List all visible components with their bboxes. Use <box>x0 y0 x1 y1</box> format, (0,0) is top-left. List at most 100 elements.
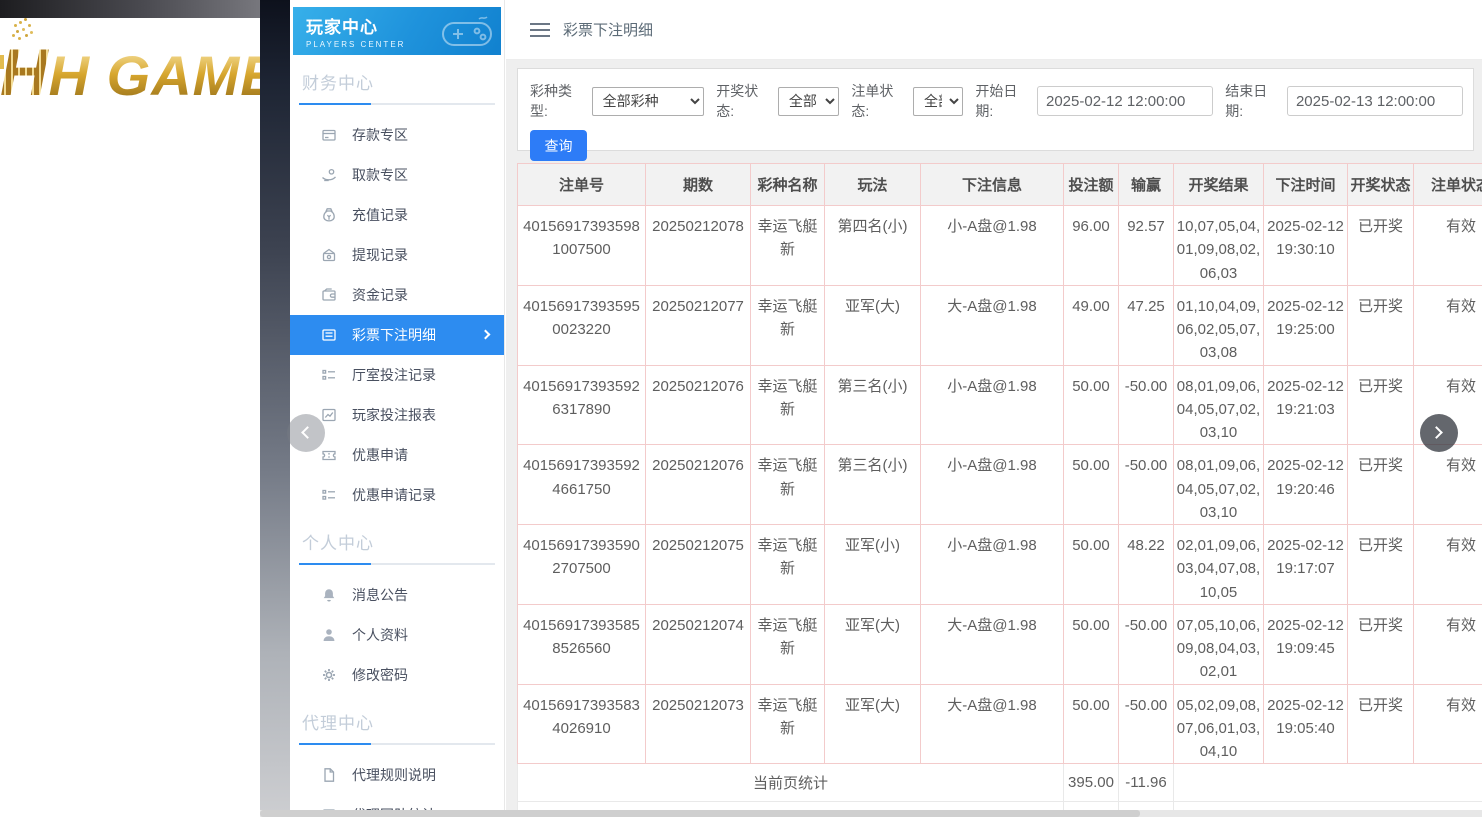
search-button[interactable]: 查询 <box>530 130 587 161</box>
column-header: 注单号 <box>518 164 646 206</box>
cell-draw-status: 已开奖 <box>1348 365 1414 445</box>
sidebar-item-profile[interactable]: 个人资料 <box>290 615 504 655</box>
agent-menu: 代理规则说明 代理团队统计 <box>290 755 504 817</box>
table-row: 401569173935902707500 20250212075 幸运飞艇新 … <box>518 525 1482 605</box>
sidebar-item-withdrawal-record[interactable]: 提现记录 <box>290 235 504 275</box>
draw-status-select[interactable]: 全部 <box>778 87 839 116</box>
bets-table: 注单号 期数 彩种名称 玩法 下注信息 投注额 输赢 开奖结果 下注时间 开奖状… <box>517 163 1482 817</box>
cell-order-no: 401569173935834026910 <box>518 684 646 764</box>
promo-apply-record-icon <box>321 487 337 503</box>
sidebar-item-hall-bet-record[interactable]: 厅室投注记录 <box>290 355 504 395</box>
sidebar-item-lottery-bet-detail[interactable]: 彩票下注明细 <box>290 315 504 355</box>
table-row: 401569173935924661750 20250212076 幸运飞艇新 … <box>518 445 1482 525</box>
cell-bet-time: 2025-02-12 19:17:07 <box>1264 525 1348 605</box>
collapse-left-button[interactable] <box>287 414 325 452</box>
players-center-banner: 玩家中心 PLAYERS CENTER <box>293 7 501 55</box>
cell-order-status: 有效 <box>1414 604 1482 684</box>
cell-bet-amount: 49.00 <box>1064 285 1119 365</box>
order-status-label: 注单状态: <box>851 81 908 121</box>
column-header: 输赢 <box>1119 164 1174 206</box>
order-status-select[interactable]: 全部 <box>913 87 963 116</box>
table-row: 401569173935926317890 20250212076 幸运飞艇新 … <box>518 365 1482 445</box>
footer-label: 当前页统计 <box>518 764 1064 802</box>
finance-menu: 存款专区 取款专区 充值记录 提现记录 资金记录 彩票下注明细 <box>290 115 504 515</box>
cell-order-status: 有效 <box>1414 684 1482 764</box>
cell-period: 20250212076 <box>646 445 751 525</box>
footer-empty <box>1174 764 1482 802</box>
section-underline <box>299 103 495 105</box>
cell-draw-status: 已开奖 <box>1348 604 1414 684</box>
sidebar-item-deposit[interactable]: 存款专区 <box>290 115 504 155</box>
scrollbar-thumb[interactable] <box>260 810 1140 817</box>
filter-panel: 彩种类型: 全部彩种 开奖状态: 全部 注单状态: 全部 开始日期: 结束日期:… <box>517 68 1474 151</box>
cell-lottery: 幸运飞艇新 <box>751 285 825 365</box>
cell-order-status: 有效 <box>1414 445 1482 525</box>
cell-draw-status: 已开奖 <box>1348 285 1414 365</box>
cell-bet-amount: 96.00 <box>1064 206 1119 286</box>
cell-order-status: 有效 <box>1414 525 1482 605</box>
cell-order-no: 401569173935902707500 <box>518 525 646 605</box>
table-row: 401569173935950023220 20250212077 幸运飞艇新 … <box>518 285 1482 365</box>
promo-apply-icon <box>321 447 337 463</box>
footer-winloss-total: -11.96 <box>1119 764 1174 802</box>
cell-play: 亚军(大) <box>825 285 921 365</box>
cell-bet-amount: 50.00 <box>1064 684 1119 764</box>
column-header: 开奖结果 <box>1174 164 1264 206</box>
column-header: 注单状态 <box>1414 164 1482 206</box>
notice-icon <box>321 587 337 603</box>
cell-draw-status: 已开奖 <box>1348 206 1414 286</box>
horizontal-scrollbar[interactable] <box>260 810 1482 817</box>
column-header: 彩种名称 <box>751 164 825 206</box>
table-row: 401569173935834026910 20250212073 幸运飞艇新 … <box>518 684 1482 764</box>
chevron-right-icon <box>1430 426 1443 439</box>
funds-record-icon <box>321 287 337 303</box>
sidebar-item-funds-record[interactable]: 资金记录 <box>290 275 504 315</box>
cell-period: 20250212076 <box>646 365 751 445</box>
logo-gold-tick <box>0 55 4 69</box>
logo-first-letter: H <box>0 35 49 109</box>
cell-play: 亚军(大) <box>825 684 921 764</box>
start-date-input[interactable] <box>1037 86 1213 116</box>
scroll-right-button[interactable] <box>1420 414 1458 452</box>
cell-play: 第三名(小) <box>825 365 921 445</box>
end-date-input[interactable] <box>1287 86 1463 116</box>
cell-winloss: 48.22 <box>1119 525 1174 605</box>
hamburger-menu-icon[interactable] <box>530 19 550 41</box>
section-underline <box>299 743 495 745</box>
cell-period: 20250212078 <box>646 206 751 286</box>
cell-winloss: -50.00 <box>1119 445 1174 525</box>
cell-bet-time: 2025-02-12 19:20:46 <box>1264 445 1348 525</box>
gamepad-icon <box>439 11 495 51</box>
filter-row: 彩种类型: 全部彩种 开奖状态: 全部 注单状态: 全部 开始日期: 结束日期: <box>530 81 1463 121</box>
cell-bet-time: 2025-02-12 19:30:10 <box>1264 206 1348 286</box>
lottery-type-select[interactable]: 全部彩种 <box>592 87 704 116</box>
sidebar-item-label: 存款专区 <box>352 125 408 145</box>
sidebar-item-label: 厅室投注记录 <box>352 365 436 385</box>
cell-bet-amount: 50.00 <box>1064 365 1119 445</box>
cell-draw-status: 已开奖 <box>1348 684 1414 764</box>
logo-dots-decoration <box>14 24 17 27</box>
sidebar-item-promo-apply-record[interactable]: 优惠申请记录 <box>290 475 504 515</box>
table-row: 401569173935981007500 20250212078 幸运飞艇新 … <box>518 206 1482 286</box>
section-title-personal: 个人中心 <box>302 529 504 554</box>
cell-bet-info: 小-A盘@1.98 <box>921 445 1064 525</box>
column-header: 玩法 <box>825 164 921 206</box>
end-date-label: 结束日期: <box>1225 81 1282 121</box>
cell-winloss: -50.00 <box>1119 365 1174 445</box>
cell-lottery: 幸运飞艇新 <box>751 206 825 286</box>
cell-bet-info: 小-A盘@1.98 <box>921 206 1064 286</box>
sidebar-item-password[interactable]: 修改密码 <box>290 655 504 695</box>
sidebar-item-label: 个人资料 <box>352 625 408 645</box>
sidebar-item-withdraw[interactable]: 取款专区 <box>290 155 504 195</box>
cell-period: 20250212075 <box>646 525 751 605</box>
cell-bet-info: 大-A盘@1.98 <box>921 604 1064 684</box>
cell-result: 08,01,09,06,04,05,07,02,03,10 <box>1174 445 1264 525</box>
column-header: 开奖状态 <box>1348 164 1414 206</box>
cell-bet-amount: 50.00 <box>1064 525 1119 605</box>
sidebar-item-agent-rules[interactable]: 代理规则说明 <box>290 755 504 795</box>
personal-menu: 消息公告 个人资料 修改密码 <box>290 575 504 695</box>
sidebar-item-label: 资金记录 <box>352 285 408 305</box>
sidebar-item-notice[interactable]: 消息公告 <box>290 575 504 615</box>
sidebar-item-recharge-record[interactable]: 充值记录 <box>290 195 504 235</box>
table-header: 注单号 期数 彩种名称 玩法 下注信息 投注额 输赢 开奖结果 下注时间 开奖状… <box>518 164 1482 206</box>
